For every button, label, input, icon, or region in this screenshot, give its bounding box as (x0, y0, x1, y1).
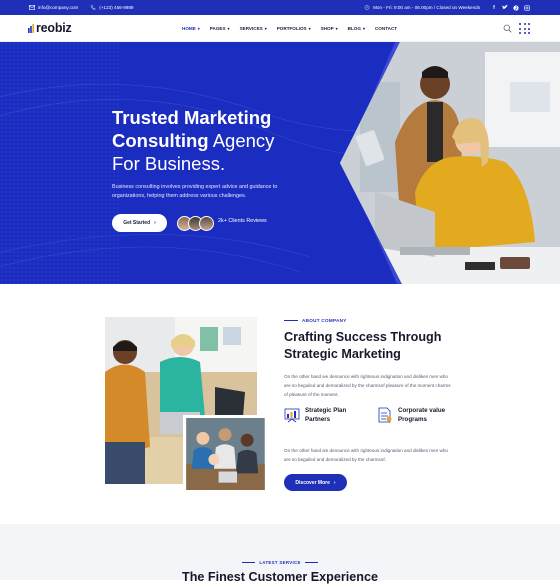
feature-corporate-value: Corporate value Programs (377, 407, 458, 424)
about-paragraph-1: On the other hand we denounce with right… (284, 374, 451, 397)
logo-text: reobiz (36, 21, 72, 35)
services-section: LATEST SERVICE The Finest Customer Exper… (0, 524, 560, 584)
topbar: info@company.com (+123) 456-9989 Mon - F… (0, 0, 560, 15)
nav-label: PAGES (209, 26, 226, 31)
chevron-down-icon: ▾ (308, 26, 311, 31)
main-header: reobiz HOME ▾ PAGES ▾ SERVICES ▾ PORTFOLIOS… (0, 15, 560, 42)
arrow-right-icon: › (333, 479, 336, 486)
discover-more-label: Discover More (295, 479, 330, 486)
about-section-tag: ABOUT COMPANY (284, 318, 347, 323)
get-started-button[interactable]: Get Started › (112, 214, 167, 232)
nav-label: BLOG (347, 26, 361, 31)
nav-label: CONTACT (374, 26, 398, 31)
topbar-email-text: info@company.com (38, 5, 79, 10)
services-title: The Finest Customer Experience (182, 570, 378, 584)
tag-line (304, 562, 318, 563)
about-paragraph-2: On the other hand we denounce with right… (284, 448, 448, 462)
instagram-icon[interactable] (524, 4, 530, 11)
site-logo[interactable]: reobiz (28, 21, 72, 35)
hero-title-bold-2: Consulting (112, 130, 209, 151)
nav-home[interactable]: HOME ▾ (182, 26, 200, 31)
topbar-right: Mon - Fri: 9:00 am - 06.00pm / Closed on… (364, 0, 530, 15)
client-reviews-count: 2k+ Clients Reviews (218, 218, 267, 224)
arrow-right-icon: › (154, 220, 156, 226)
document-icon (378, 407, 392, 423)
chart-icon (284, 408, 300, 423)
grid-menu-icon[interactable] (519, 23, 530, 34)
nav-blog[interactable]: BLOG ▾ (348, 26, 365, 31)
feature-strategic-plan: Strategic Plan Partners (284, 407, 365, 424)
discover-more-button[interactable]: Discover More › (284, 474, 347, 491)
chevron-down-icon: ▾ (335, 26, 338, 31)
hero-title-line-3: For Business. (112, 153, 226, 174)
tag-line (242, 562, 256, 563)
hero-section: Trusted Marketing Consulting Agency For … (0, 42, 560, 284)
avatar (199, 215, 214, 231)
nav-contact[interactable]: CONTACT (375, 26, 397, 31)
client-avatars (177, 214, 214, 232)
services-tag-text: LATEST SERVICE (259, 560, 301, 565)
topbar-email[interactable]: info@company.com (29, 5, 78, 10)
hero-team-photo (340, 42, 560, 284)
nav-services[interactable]: SERVICES ▾ (240, 26, 267, 31)
hero-title-light-2: Agency (208, 130, 275, 151)
twitter-icon[interactable] (502, 5, 508, 11)
main-nav: HOME ▾ PAGES ▾ SERVICES ▾ PORTFOLIOS ▾ SHOP ▾… (182, 15, 397, 42)
phone-icon (91, 5, 96, 10)
services-section-tag: LATEST SERVICE (0, 560, 560, 565)
pinterest-icon[interactable] (513, 4, 519, 11)
get-started-label: Get Started (123, 220, 151, 226)
chevron-down-icon: ▾ (227, 26, 230, 31)
hero-title-line-1: Trusted Marketing (112, 107, 272, 128)
facebook-icon[interactable]: f (491, 5, 497, 11)
chevron-down-icon: ▾ (362, 26, 365, 31)
topbar-contacts: info@company.com (+123) 456-9989 (29, 0, 133, 15)
hero-description: Business consulting involves providing e… (112, 184, 278, 199)
tag-line (284, 320, 298, 321)
about-tag-text: ABOUT COMPANY (302, 318, 347, 323)
clock-icon (364, 5, 370, 10)
search-icon[interactable] (503, 24, 512, 33)
nav-label: SHOP (320, 26, 334, 31)
nav-label: SERVICES (239, 26, 263, 31)
topbar-hours-text: Mon - Fri: 9:00 am - 06.00pm / Closed on… (373, 5, 480, 10)
about-team-photo (183, 415, 268, 493)
topbar-phone[interactable]: (+123) 456-9989 (90, 5, 133, 10)
chevron-down-icon: ▾ (264, 26, 267, 31)
topbar-hours: Mon - Fri: 9:00 am - 06.00pm / Closed on… (364, 5, 480, 10)
hero-title: Trusted Marketing Consulting Agency For … (112, 106, 352, 175)
chevron-down-icon: ▾ (197, 26, 200, 31)
feature-label: Corporate value Programs (398, 407, 446, 423)
nav-pages[interactable]: PAGES ▾ (210, 26, 230, 31)
envelope-icon (29, 5, 35, 10)
nav-label: HOME (182, 26, 196, 31)
nav-shop[interactable]: SHOP ▾ (321, 26, 338, 31)
about-title: Crafting Success Through Strategic Marke… (284, 330, 442, 361)
nav-portfolios[interactable]: PORTFOLIOS ▾ (277, 26, 311, 31)
logo-icon (28, 23, 34, 33)
nav-label: PORTFOLIOS (276, 26, 307, 31)
topbar-phone-text: (+123) 456-9989 (99, 5, 134, 10)
feature-label: Strategic Plan Partners (305, 407, 347, 423)
